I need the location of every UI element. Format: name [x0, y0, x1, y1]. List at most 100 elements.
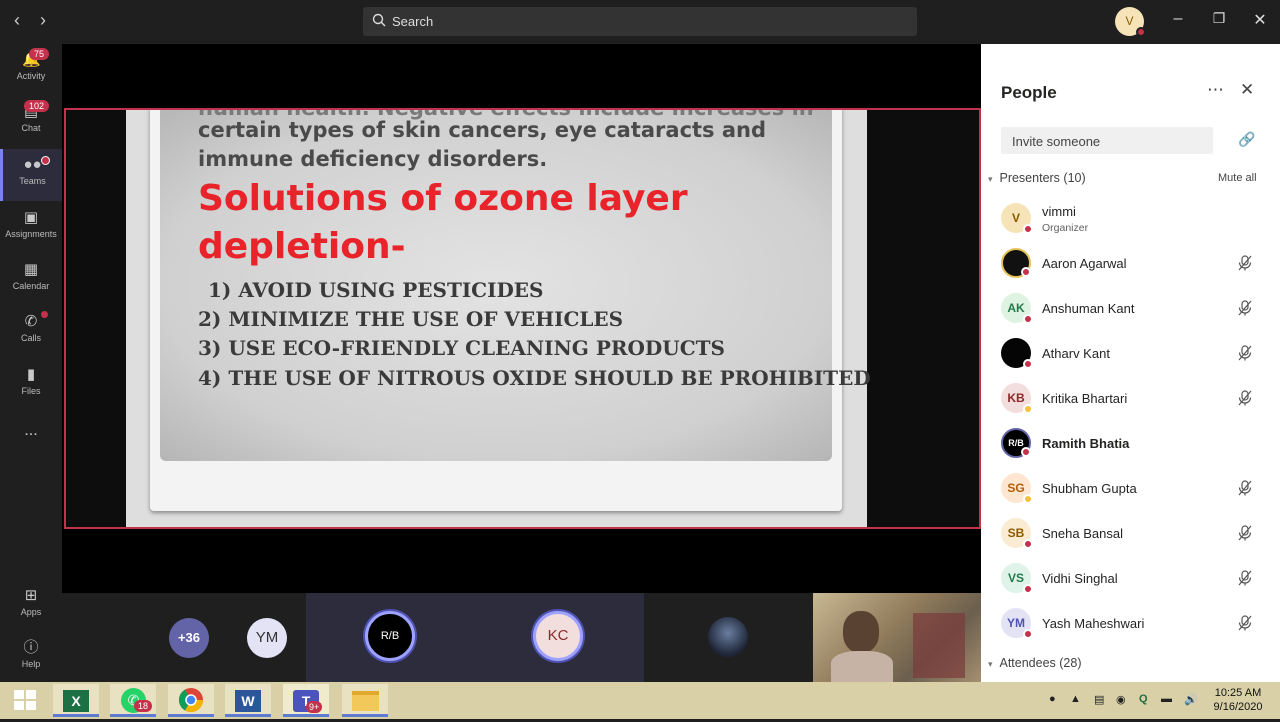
rail-label-activity: Activity [16, 71, 46, 81]
avatar: KB [1001, 383, 1033, 414]
activity-badge: 75 [29, 48, 50, 60]
attendees-section-toggle[interactable]: ▾ Attendees (28) [988, 656, 1081, 670]
taskbar-whatsapp[interactable]: ✆ 18 [110, 684, 156, 717]
search-input[interactable]: Search [363, 7, 917, 36]
self-video-tile[interactable] [813, 593, 981, 682]
overflow-participants-button[interactable]: +36 [169, 618, 209, 658]
more-apps-button[interactable]: ... [0, 422, 62, 452]
tray-teams-icon[interactable]: ● [1049, 693, 1056, 705]
start-button[interactable] [2, 684, 48, 717]
mic-off-icon[interactable] [1236, 569, 1254, 587]
avatar: R/B [1001, 428, 1031, 458]
slide-list-item-3: 3) USE ECO-FRIENDLY CLEANING PRODUCTS [198, 336, 725, 360]
taskbar-teams[interactable]: T 9+ [283, 684, 329, 717]
mic-off-icon[interactable] [1236, 344, 1254, 362]
tray-people-icon[interactable]: ◉ [1116, 693, 1126, 706]
windows-logo-icon [14, 690, 36, 710]
taskbar-chrome[interactable] [168, 684, 214, 717]
participant-tile-ym[interactable]: YM [247, 618, 287, 658]
network-icon[interactable]: ▲ [1070, 693, 1081, 705]
avatar: SG [1001, 473, 1033, 504]
chevron-down-icon: ▾ [988, 659, 993, 669]
share-link-icon[interactable]: 🔗 [1238, 131, 1255, 148]
tray-q-icon[interactable]: Q [1139, 693, 1148, 705]
participant-tile-photo[interactable] [708, 617, 748, 657]
shared-screen[interactable]: human health. Negative effects include i… [64, 108, 981, 529]
person-name: Atharv Kant [1042, 346, 1110, 361]
volume-icon[interactable]: 🔊 [1184, 693, 1198, 706]
people-list-item[interactable]: SB Sneha Bansal [1001, 514, 1271, 554]
participant-tile-rb[interactable]: R/B [365, 611, 415, 661]
taskbar-word[interactable]: W [225, 684, 271, 717]
rail-item-chat[interactable]: ▤ Chat 102 [0, 96, 62, 148]
teams-icon: ●● [23, 156, 42, 173]
rail-label-help: Help [21, 659, 41, 669]
more-options-icon[interactable]: ⋯ [1207, 80, 1224, 100]
clock-time: 10:25 AM [1214, 687, 1262, 699]
person-name: Ramith Bhatia [1042, 436, 1130, 451]
avatar: V [1001, 203, 1033, 234]
rail-item-calls[interactable]: ✆ Calls [0, 306, 62, 358]
chevron-down-icon: ▾ [988, 174, 993, 184]
search-placeholder: Search [392, 14, 434, 29]
user-avatar[interactable]: V [1115, 7, 1146, 37]
invite-placeholder: Invite someone [1012, 134, 1101, 149]
clock-date: 9/16/2020 [1213, 701, 1263, 713]
avatar [1001, 338, 1033, 369]
mic-off-icon[interactable] [1236, 479, 1254, 497]
taskbar-excel[interactable]: X [53, 684, 99, 717]
presenters-section-toggle[interactable]: ▾ Presenters (10) [988, 171, 1086, 185]
back-arrow-icon[interactable]: ‹ [7, 10, 27, 32]
slide-line-2: immune deficiency disorders. [198, 147, 548, 171]
invite-input[interactable]: Invite someone [1001, 127, 1213, 154]
rail-item-calendar[interactable]: ▦ Calendar [0, 254, 62, 306]
slide-list-item-4: 4) THE USE OF NITROUS OXIDE SHOULD BE PR… [198, 366, 871, 390]
mic-off-icon[interactable] [1236, 389, 1254, 407]
minimize-icon[interactable]: – [1165, 10, 1191, 28]
rail-item-files[interactable]: ▮ Files [0, 359, 62, 411]
person-name: Sneha Bansal [1042, 526, 1123, 541]
slide-list-item-1: 1) AVOID USING PESTICIDES [208, 278, 544, 302]
taskbar-clock[interactable]: 10:25 AM 9/16/2020 [1205, 686, 1271, 714]
people-list-item[interactable]: VS Vidhi Singhal [1001, 559, 1271, 599]
taskbar-file-explorer[interactable] [342, 684, 388, 717]
rail-item-help[interactable]: ⓘ Help [0, 632, 62, 684]
people-list-item[interactable]: YM Yash Maheshwari [1001, 604, 1271, 644]
mute-all-button[interactable]: Mute all [1218, 172, 1257, 184]
avatar: AK [1001, 293, 1033, 324]
close-window-icon[interactable]: ✕ [1247, 10, 1273, 30]
presence-status-dot [1021, 447, 1031, 457]
people-list-item[interactable]: Atharv Kant [1001, 334, 1271, 374]
restore-icon[interactable]: ❐ [1206, 10, 1232, 27]
user-status-dot [1136, 27, 1146, 37]
participant-tile-kc[interactable]: KC [533, 611, 583, 661]
assignments-icon: ▣ [23, 209, 39, 226]
excel-icon: X [63, 690, 89, 712]
slide-content: human health. Negative effects include i… [160, 110, 871, 461]
mic-off-icon[interactable] [1236, 254, 1254, 272]
people-list-item[interactable]: AK Anshuman Kant [1001, 289, 1271, 329]
avatar-initials: V [1011, 211, 1020, 225]
person-name: vimmi [1042, 204, 1076, 219]
mic-off-icon[interactable] [1236, 524, 1254, 542]
rail-item-assignments[interactable]: ▣ Assignments [0, 202, 62, 254]
person-name: Anshuman Kant [1042, 301, 1135, 316]
close-panel-icon[interactable]: ✕ [1240, 80, 1254, 100]
forward-arrow-icon[interactable]: › [33, 10, 53, 32]
rail-item-teams[interactable]: ●● Teams [0, 149, 62, 201]
avatar-initials: VS [1007, 571, 1024, 585]
mic-off-icon[interactable] [1236, 614, 1254, 632]
rail-item-activity[interactable]: 🔔 Activity 75 [0, 44, 62, 96]
people-list-item[interactable]: KB Kritika Bhartari [1001, 379, 1271, 419]
tray-app-2-icon[interactable]: ▬ [1161, 693, 1172, 705]
people-list-item[interactable]: R/B Ramith Bhatia [1001, 424, 1271, 464]
tray-app-icon[interactable]: ▤ [1094, 693, 1104, 706]
video-person-shape [843, 611, 879, 653]
people-list-item[interactable]: Aaron Agarwal [1001, 244, 1271, 284]
people-list-item[interactable]: SG Shubham Gupta [1001, 469, 1271, 509]
mic-off-icon[interactable] [1236, 299, 1254, 317]
presence-status-dot [1023, 629, 1033, 639]
people-list-item[interactable]: Vvimmi Organizer [1001, 199, 1271, 239]
rail-item-apps[interactable]: ⊞ Apps [0, 580, 62, 632]
calls-badge-dot [41, 311, 48, 318]
